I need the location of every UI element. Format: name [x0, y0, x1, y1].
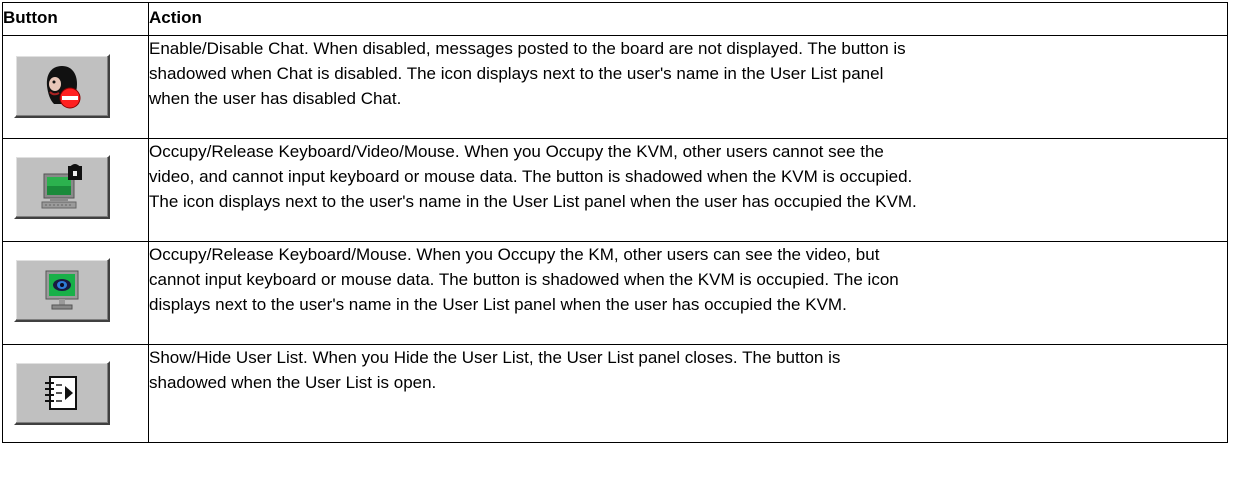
table-row: Show/Hide User List. When you Hide the U… [2, 344, 1228, 443]
button-cell [2, 35, 149, 139]
button-cell [2, 344, 149, 443]
action-line: when the user has disabled Chat. [149, 89, 402, 108]
action-line: displays next to the user's name in the … [149, 295, 847, 314]
action-line: shadowed when the User List is open. [149, 373, 437, 392]
button-cell [2, 138, 149, 242]
header-button: Button [2, 2, 149, 36]
table-header-row: Button Action [2, 2, 1228, 36]
action-line: video, and cannot input keyboard or mous… [149, 167, 913, 186]
button-cell [2, 241, 149, 345]
occupy-km-button[interactable] [14, 258, 110, 322]
action-line: Occupy/Release Keyboard/Mouse. When you … [149, 245, 880, 264]
action-line: The icon displays next to the user's nam… [149, 192, 917, 211]
action-cell: Show/Hide User List. When you Hide the U… [148, 344, 1228, 443]
action-line: cannot input keyboard or mouse data. The… [149, 270, 899, 289]
action-line: Enable/Disable Chat. When disabled, mess… [149, 39, 906, 58]
table-row: Enable/Disable Chat. When disabled, mess… [2, 35, 1228, 139]
table-row: Occupy/Release Keyboard/Mouse. When you … [2, 241, 1228, 345]
action-line: Occupy/Release Keyboard/Video/Mouse. Whe… [149, 142, 884, 161]
occupy-kvm-button[interactable] [14, 155, 110, 219]
header-action: Action [148, 2, 1228, 36]
button-action-table: Button Action Enable/Disable Chat. When … [2, 2, 1228, 443]
user-list-button[interactable] [14, 361, 110, 425]
action-cell: Occupy/Release Keyboard/Mouse. When you … [148, 241, 1228, 345]
table-row: Occupy/Release Keyboard/Video/Mouse. Whe… [2, 138, 1228, 242]
chat-toggle-button[interactable] [14, 54, 110, 118]
action-cell: Occupy/Release Keyboard/Video/Mouse. Whe… [148, 138, 1228, 242]
action-line: Show/Hide User List. When you Hide the U… [149, 348, 841, 367]
action-line: shadowed when Chat is disabled. The icon… [149, 64, 884, 83]
action-cell: Enable/Disable Chat. When disabled, mess… [148, 35, 1228, 139]
